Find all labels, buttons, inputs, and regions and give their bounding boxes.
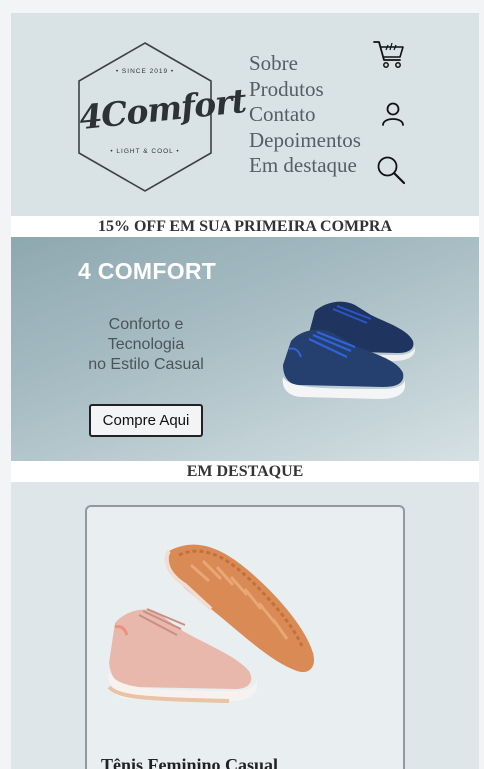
hero-subtitle-line: Conforto e [108,316,184,333]
featured-heading: EM DESTAQUE [11,461,479,482]
brand-logo[interactable]: • SINCE 2019 • 4Comfort • LIGHT & COOL • [77,41,248,193]
product-card-title: Tênis Feminino Casual [101,755,279,769]
buy-now-button[interactable]: Compre Aqui [89,404,203,437]
nav-link-sobre[interactable]: Sobre [249,51,361,77]
page: • SINCE 2019 • 4Comfort • LIGHT & COOL •… [11,13,479,769]
search-icon[interactable] [374,153,408,187]
logo-since-text: • SINCE 2019 • [115,68,175,75]
nav-link-contato[interactable]: Contato [249,102,361,128]
shopping-cart-icon[interactable] [372,38,406,72]
product-sneaker-image [107,544,315,703]
hero-subtitle-line: no Estilo Casual [88,356,204,373]
nav-link-produtos[interactable]: Produtos [249,77,361,103]
hero-subtitle: Conforto e Tecnologia no Estilo Casual [71,315,221,375]
hero-sneaker-image [282,301,415,399]
hero-banner: 4 COMFORT Conforto e Tecnologia no Estil… [11,237,479,461]
promo-banner: 15% OFF EM SUA PRIMEIRA COMPRA [11,216,479,237]
hero-title: 4 COMFORT [78,258,217,284]
nav-link-depoimentos[interactable]: Depoimentos [249,128,361,154]
nav-link-em-destaque[interactable]: Em destaque [249,153,361,179]
user-icon[interactable] [376,97,410,131]
product-card[interactable]: Tênis Feminino Casual [85,505,405,769]
header: • SINCE 2019 • 4Comfort • LIGHT & COOL •… [11,13,479,216]
logo-tagline-text: • LIGHT & COOL • [110,148,180,155]
main-nav: Sobre Produtos Contato Depoimentos Em de… [249,51,361,179]
hero-subtitle-line: Tecnologia [107,336,185,353]
featured-section: Tênis Feminino Casual [11,482,479,769]
